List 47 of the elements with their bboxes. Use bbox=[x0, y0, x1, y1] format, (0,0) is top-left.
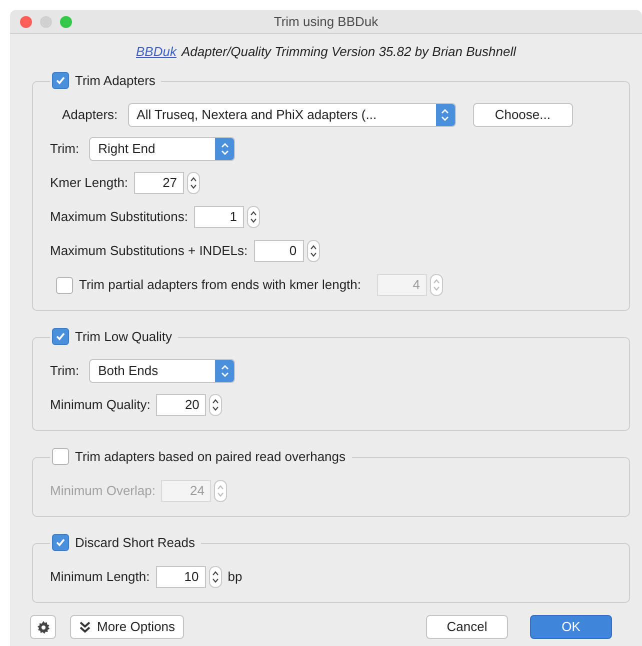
field-label: Maximum Substitutions + INDELs: bbox=[50, 242, 248, 260]
number-field[interactable]: 0 bbox=[254, 240, 304, 262]
number-field[interactable]: 20 bbox=[156, 394, 206, 416]
stepper-arrows[interactable] bbox=[209, 394, 222, 416]
dropdown[interactable]: Right End bbox=[89, 137, 236, 161]
gear-icon bbox=[36, 620, 50, 634]
stepper-icon bbox=[436, 104, 455, 126]
number-field[interactable]: 27 bbox=[134, 172, 184, 194]
stepper-arrows[interactable] bbox=[208, 566, 222, 588]
settings-button[interactable] bbox=[30, 615, 56, 639]
field-label: Trim: bbox=[50, 362, 80, 380]
checkbox-label[interactable]: Trim adapters based on paired read overhangs bbox=[75, 447, 350, 466]
checkmark-icon bbox=[55, 331, 66, 342]
checkmark-icon bbox=[55, 537, 66, 548]
checkbox-label[interactable]: Discard Short Reads bbox=[75, 533, 199, 552]
checkmark-icon bbox=[55, 75, 66, 86]
window-title: Trim using BBDuk bbox=[274, 12, 378, 31]
dialog-button[interactable]: OK bbox=[530, 615, 612, 639]
checkbox-label[interactable]: Trim Low Quality bbox=[75, 327, 176, 346]
field-label: Maximum Substitutions: bbox=[50, 208, 188, 226]
double-chevron-icon bbox=[79, 621, 91, 633]
dialog-button[interactable]: Cancel bbox=[426, 615, 508, 639]
close-icon[interactable] bbox=[20, 16, 32, 28]
field-label: Minimum Length: bbox=[50, 568, 150, 586]
stepper-arrows[interactable] bbox=[187, 172, 200, 194]
checkbox[interactable] bbox=[52, 72, 69, 90]
field-label: Trim: bbox=[50, 140, 80, 158]
field-label: Minimum Quality: bbox=[50, 396, 150, 414]
choose-button[interactable]: Choose... bbox=[472, 103, 573, 127]
number-field[interactable]: 1 bbox=[194, 206, 244, 228]
dropdown[interactable]: Both Ends bbox=[89, 359, 236, 383]
field-label: Adapters: bbox=[62, 106, 118, 124]
version-text: Adapter/Quality Trimming Version 35.82 by Brian Bushnell bbox=[181, 43, 516, 62]
checkbox[interactable] bbox=[52, 448, 69, 466]
stepper-arrows[interactable] bbox=[306, 240, 320, 262]
number-field[interactable]: 10 bbox=[156, 566, 206, 588]
dropdown[interactable]: All Truseq, Nextera and PhiX adapters (... bbox=[128, 103, 456, 127]
link[interactable]: BBDuk bbox=[136, 42, 176, 62]
stepper-arrows[interactable] bbox=[247, 206, 260, 228]
stepper-icon bbox=[215, 138, 234, 160]
more-options-button[interactable]: More Options bbox=[70, 615, 184, 639]
checkbox[interactable] bbox=[52, 328, 69, 346]
stepper-icon bbox=[215, 360, 234, 382]
field-label: Minimum Overlap: bbox=[50, 482, 156, 500]
field-label: Kmer Length: bbox=[50, 174, 128, 192]
unit-label: bp bbox=[228, 568, 242, 586]
checkbox[interactable] bbox=[52, 534, 69, 552]
